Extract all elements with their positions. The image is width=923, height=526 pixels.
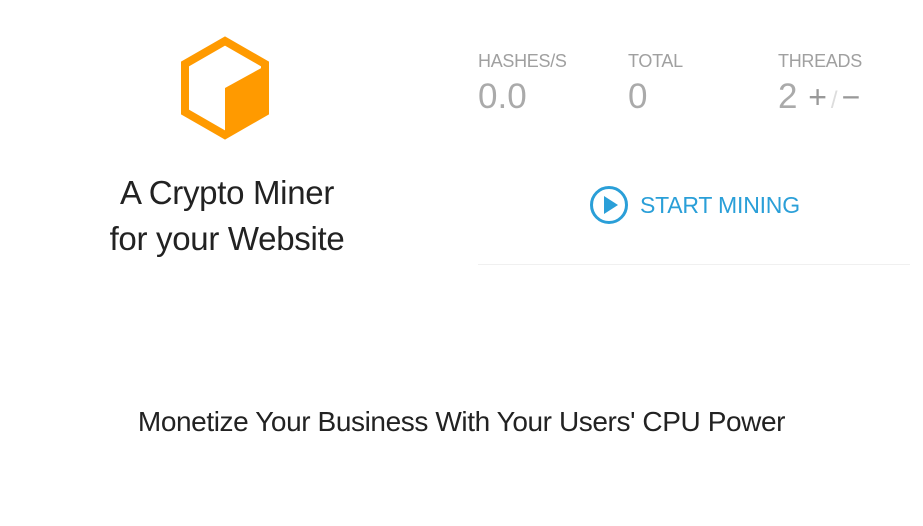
stat-threads: THREADS 2 + / − (778, 50, 862, 124)
threads-decrease-button[interactable]: − (841, 74, 862, 120)
threads-label: THREADS (778, 51, 862, 71)
subtitle: Monetize Your Business With Your Users' … (137, 406, 786, 437)
tagline: A Crypto Miner for your Website (60, 170, 394, 262)
threads-row: 2 + / − (778, 74, 862, 124)
tagline-line-1: A Crypto Miner (119, 174, 335, 211)
hashes-value: 0.0 (478, 77, 527, 116)
cube-logo-icon (178, 36, 272, 142)
start-mining-label: START MINING (640, 191, 800, 218)
stat-hashes: HASHES/S 0.0 (478, 50, 567, 120)
hashes-label: HASHES/S (478, 51, 567, 71)
total-label: TOTAL (628, 51, 683, 71)
stat-total: TOTAL 0 (628, 50, 683, 120)
tagline-line-2: for your Website (109, 220, 345, 257)
miner-stats: HASHES/S 0.0 TOTAL 0 THREADS 2 + / − (478, 50, 898, 120)
threads-separator: / (830, 87, 838, 114)
threads-value: 2 (778, 77, 798, 116)
divider (478, 264, 910, 265)
play-circle-icon (589, 185, 629, 225)
start-mining-button[interactable]: START MINING (589, 185, 800, 225)
total-value: 0 (628, 77, 648, 116)
thread-controls: + / − (807, 74, 861, 124)
threads-increase-button[interactable]: + (807, 74, 828, 120)
